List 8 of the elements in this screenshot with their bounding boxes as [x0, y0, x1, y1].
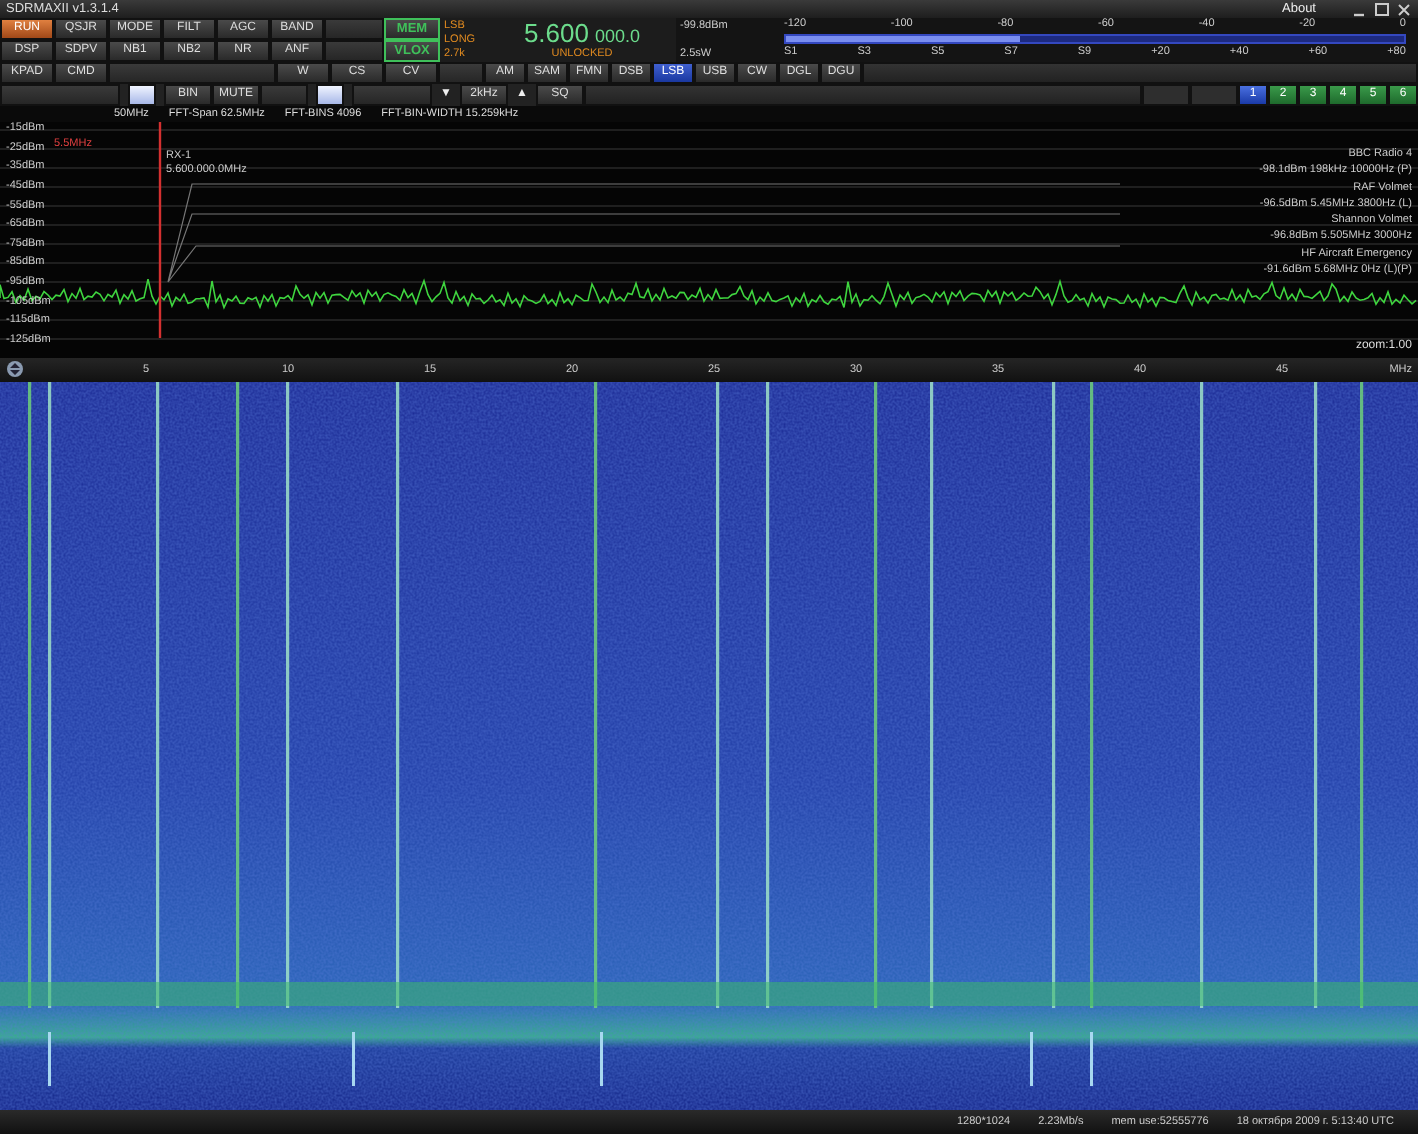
close-icon[interactable]: [1396, 1, 1412, 17]
toggle-button[interactable]: [128, 84, 156, 106]
rx-marker-line[interactable]: [158, 122, 162, 338]
frequency-value: 5.600: [523, 20, 589, 48]
maximize-icon[interactable]: [1374, 1, 1390, 17]
toggle-button[interactable]: [316, 84, 344, 106]
zoom-handle-icon[interactable]: [6, 360, 24, 378]
frequency-fine: 000.0: [595, 26, 641, 46]
